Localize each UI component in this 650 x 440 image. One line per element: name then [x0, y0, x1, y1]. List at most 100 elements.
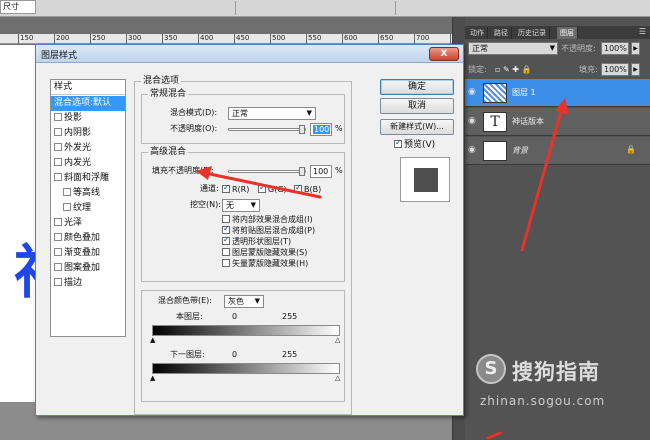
opacity-input[interactable]: 100 [310, 123, 332, 136]
size-field[interactable]: 尺寸 [0, 0, 36, 14]
tab-actions[interactable]: 动作 [467, 27, 488, 39]
blend-if-value: 灰色 [228, 297, 244, 306]
channel-b-checkbox[interactable]: B(B) [294, 183, 321, 195]
advanced-option-checkbox[interactable]: 图层蒙版隐藏效果(S) [222, 248, 307, 258]
layer-opacity-field[interactable]: 100% [601, 42, 629, 55]
layer-row[interactable]: ◉ 图层 1 [465, 79, 650, 107]
tab-history[interactable]: 历史记录 [515, 27, 550, 39]
tab-paths[interactable]: 路径 [491, 27, 512, 39]
options-separator [235, 1, 236, 15]
slider-thumb[interactable] [299, 125, 305, 134]
advanced-option-checkbox[interactable]: 矢量蒙版隐藏效果(H) [222, 259, 308, 269]
style-item-label: 等高线 [73, 188, 101, 198]
advanced-option-checkbox[interactable]: 透明形状图层(T) [222, 235, 291, 247]
style-list-item[interactable]: 内阴影 [51, 126, 125, 141]
checkbox-icon [294, 183, 302, 193]
style-list-item[interactable]: 混合选项:默认 [51, 96, 125, 111]
checkbox-icon [394, 138, 402, 148]
style-list-item[interactable]: 纹理 [51, 201, 125, 216]
this-layer-gradient[interactable] [152, 325, 340, 336]
white-point-handle[interactable]: △ [335, 375, 340, 382]
advanced-option-checkbox[interactable]: 将剪贴图层混合成组(P) [222, 224, 315, 236]
options-separator [395, 1, 396, 15]
general-blending-group: 常规混合 混合模式(D): 正常 ▼ 不透明度(O): 100 % [141, 89, 345, 144]
checkbox-icon[interactable] [54, 113, 62, 121]
slider-thumb[interactable] [299, 167, 305, 176]
layer-row[interactable]: ◉ 背景 🔒 [465, 137, 650, 165]
watermark: S 搜狗指南 zhinan.sogou.com [476, 354, 646, 414]
black-point-handle[interactable]: ▲ [150, 375, 155, 382]
checkbox-icon[interactable] [54, 143, 62, 151]
layer-name: 图层 1 [512, 88, 536, 97]
style-item-label: 渐变叠加 [64, 248, 101, 258]
checkbox-icon[interactable] [54, 128, 62, 136]
checkbox-icon [222, 248, 230, 256]
opacity-value: 100 [313, 125, 331, 134]
eye-icon[interactable]: ◉ [468, 146, 480, 155]
eye-icon[interactable]: ◉ [468, 117, 480, 126]
channel-g-checkbox[interactable]: G(G) [258, 183, 287, 195]
style-list-item[interactable]: 等高线 [51, 186, 125, 201]
style-list-item[interactable]: 投影 [51, 111, 125, 126]
panel-menu-icon[interactable]: ☰ [639, 27, 646, 36]
this-layer-low: 0 [232, 312, 238, 321]
style-list-item[interactable]: 颜色叠加 [51, 231, 125, 246]
horizontal-ruler: 1502002503003504004505005506006507007508… [0, 34, 537, 44]
checkbox-icon[interactable] [54, 248, 62, 256]
styles-header[interactable]: 样式 [51, 80, 125, 95]
style-list-item[interactable]: 渐变叠加 [51, 246, 125, 261]
knockout-select[interactable]: 无 ▼ [222, 199, 260, 212]
checkbox-icon[interactable] [54, 173, 62, 181]
ruler-tick: 550 [306, 34, 322, 44]
style-list-item[interactable]: 外发光 [51, 141, 125, 156]
preview-label: 预览(V) [404, 140, 436, 150]
eye-icon[interactable]: ◉ [468, 88, 480, 97]
ruler-tick: 500 [270, 34, 286, 44]
layer-fill-field[interactable]: 100% [601, 63, 629, 76]
layer-blend-mode-select[interactable]: 正常 ▼ [468, 42, 558, 55]
new-style-button[interactable]: 新建样式(W)... [380, 119, 454, 135]
style-list-item[interactable]: 斜面和浮雕 [51, 171, 125, 186]
checkbox-icon[interactable] [54, 158, 62, 166]
advanced-option-checkbox[interactable]: 将内部效果混合成组(I) [222, 215, 313, 225]
blend-mode-select[interactable]: 正常 ▼ [228, 107, 316, 120]
checkbox-icon [222, 235, 230, 245]
style-list-item[interactable]: 光泽 [51, 216, 125, 231]
preview-checkbox[interactable]: 预览(V) [394, 138, 436, 150]
underlying-layer-high: 255 [282, 350, 298, 359]
ok-button[interactable]: 确定 [380, 79, 454, 95]
tab-layers[interactable]: 图层 [557, 27, 578, 39]
black-point-handle[interactable]: ▲ [150, 337, 155, 344]
fill-arrow-button[interactable]: ▶ [631, 63, 640, 76]
underlying-layer-gradient[interactable] [152, 363, 340, 374]
lock-icons[interactable]: ▫ ✎ ✚ 🔒 [495, 63, 531, 76]
opacity-slider[interactable] [228, 125, 306, 134]
checkbox-icon[interactable] [54, 263, 62, 271]
channel-r-checkbox[interactable]: R(R) [222, 183, 249, 195]
style-list-item[interactable]: 描边 [51, 276, 125, 291]
layer-row[interactable]: ◉ T 神话版本 [465, 108, 650, 136]
close-button[interactable]: X [429, 47, 459, 61]
ruler-tick: 250 [90, 34, 106, 44]
dialog-titlebar[interactable]: 图层样式 X [36, 45, 463, 63]
chevron-down-icon: ▼ [306, 109, 312, 117]
checkbox-icon[interactable] [54, 233, 62, 241]
watermark-name: 搜狗指南 [512, 360, 600, 384]
style-list-item[interactable]: 内发光 [51, 156, 125, 171]
style-list-item[interactable]: 图案叠加 [51, 261, 125, 276]
checkbox-icon[interactable] [54, 218, 62, 226]
general-blending-title: 常规混合 [148, 89, 189, 99]
checkbox-icon [222, 224, 230, 234]
chevron-down-icon: ▼ [549, 44, 555, 52]
white-point-handle[interactable]: △ [335, 337, 340, 344]
checkbox-icon[interactable] [63, 203, 71, 211]
checkbox-icon[interactable] [63, 188, 71, 196]
cancel-button[interactable]: 取消 [380, 98, 454, 114]
fill-opacity-input[interactable]: 100 [310, 165, 332, 178]
checkbox-icon[interactable] [54, 278, 62, 286]
fill-opacity-slider[interactable] [228, 167, 306, 176]
fill-opacity-label: 填充不透明度(F): [152, 166, 214, 175]
blend-if-select[interactable]: 灰色 ▼ [224, 295, 264, 308]
style-item-label: 纹理 [73, 203, 92, 213]
opacity-arrow-button[interactable]: ▶ [631, 42, 640, 55]
